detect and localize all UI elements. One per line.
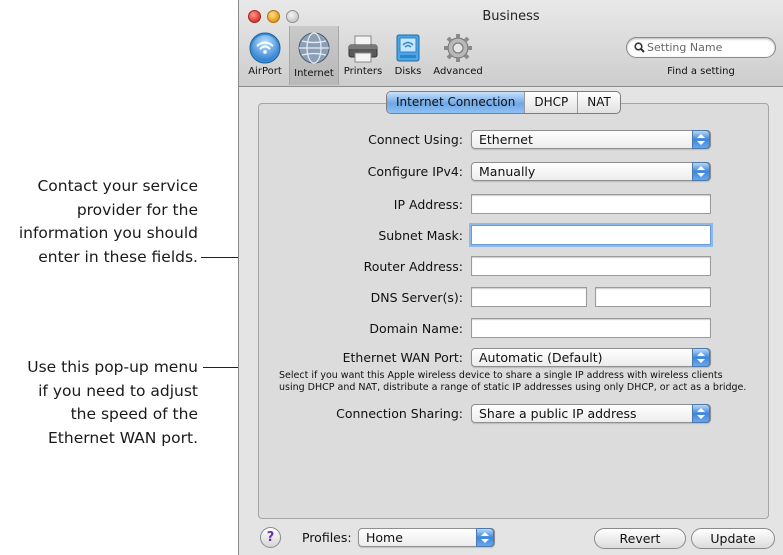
ip-address-input[interactable] xyxy=(472,197,710,215)
popup-value: Share a public IP address xyxy=(479,406,637,421)
popup-value: Home xyxy=(366,530,403,545)
popup-arrows-icon xyxy=(476,528,494,547)
toolbar-label: Printers xyxy=(343,66,383,77)
ip-address-label: IP Address: xyxy=(393,197,463,212)
airport-icon xyxy=(249,32,281,64)
dns-server-1-field[interactable] xyxy=(471,287,587,308)
disk-icon xyxy=(396,34,420,62)
callout-line: enter in these fields. xyxy=(38,247,198,266)
search-field[interactable] xyxy=(626,37,776,58)
callout-line: Contact your service xyxy=(37,177,198,195)
subnet-mask-input[interactable] xyxy=(472,228,710,246)
dns-servers-label: DNS Server(s): xyxy=(370,290,463,305)
popup-arrows-icon xyxy=(692,130,710,149)
airport-utility-window: Business AirPort Internet Printers Disks… xyxy=(238,0,783,555)
ip-address-field[interactable] xyxy=(471,194,711,215)
tab-internet-connection[interactable]: Internet Connection xyxy=(387,92,525,113)
router-address-field[interactable] xyxy=(471,256,711,277)
printer-icon xyxy=(348,35,378,63)
window-title: Business xyxy=(482,9,540,24)
callout-line: Use this pop-up menu xyxy=(27,358,198,376)
toolbar-label: Internet xyxy=(294,68,334,79)
tab-nat[interactable]: NAT xyxy=(577,92,620,113)
dns-server-2-field[interactable] xyxy=(595,287,711,308)
callout-line: Ethernet WAN port. xyxy=(48,428,198,447)
popup-arrows-icon xyxy=(692,162,710,181)
connection-sharing-popup[interactable]: Share a public IP address xyxy=(471,404,711,423)
router-address-input[interactable] xyxy=(472,259,710,277)
profiles-popup[interactable]: Home xyxy=(358,528,495,547)
connection-sharing-label: Connection Sharing: xyxy=(336,406,463,421)
callout-wan-note: Use this pop-up menu if you need to adju… xyxy=(27,356,198,450)
help-button[interactable]: ? xyxy=(260,527,281,548)
callout-line: information you should xyxy=(18,224,198,242)
search-icon xyxy=(634,42,645,53)
tab-dhcp[interactable]: DHCP xyxy=(524,92,577,113)
subnet-mask-field[interactable] xyxy=(471,225,711,246)
callout-line: provider for the xyxy=(76,200,198,219)
dns-server-1-input[interactable] xyxy=(472,290,586,308)
callout-line: the speed of the xyxy=(70,405,198,423)
configure-ipv4-label: Configure IPv4: xyxy=(367,164,463,179)
domain-name-field[interactable] xyxy=(471,318,711,339)
popup-arrows-icon xyxy=(692,348,710,367)
toolbar-internet[interactable]: Internet xyxy=(289,26,339,85)
toolbar-label: AirPort xyxy=(248,66,282,77)
revert-button[interactable]: Revert xyxy=(594,528,686,549)
popup-value: Ethernet xyxy=(479,132,533,147)
internet-globe-icon xyxy=(298,32,330,64)
toolbar-label: Advanced xyxy=(433,66,483,77)
callout-fields-note: Contact your service provider for the in… xyxy=(19,175,198,269)
search-caption: Find a setting xyxy=(667,66,735,77)
search-input[interactable] xyxy=(647,40,771,55)
domain-name-input[interactable] xyxy=(472,321,710,339)
configure-ipv4-popup[interactable]: Manually xyxy=(471,162,711,181)
toolbar-printers[interactable]: Printers xyxy=(339,27,387,83)
profiles-label: Profiles: xyxy=(302,530,352,545)
connect-using-popup[interactable]: Ethernet xyxy=(471,130,711,149)
toolbar-advanced[interactable]: Advanced xyxy=(431,27,485,83)
router-address-label: Router Address: xyxy=(363,259,463,274)
ethernet-wan-port-popup[interactable]: Automatic (Default) xyxy=(471,348,711,367)
popup-value: Automatic (Default) xyxy=(479,350,603,365)
toolbar-label: Disks xyxy=(394,66,422,77)
ethernet-wan-port-label: Ethernet WAN Port: xyxy=(342,350,463,365)
dns-server-2-input[interactable] xyxy=(596,290,710,308)
tab-bar: Internet Connection DHCP NAT xyxy=(386,91,621,114)
connect-using-label: Connect Using: xyxy=(368,132,463,147)
popup-value: Manually xyxy=(479,164,536,179)
callout-line: if you need to adjust xyxy=(38,381,198,400)
popup-arrows-icon xyxy=(692,404,710,423)
domain-name-label: Domain Name: xyxy=(369,321,463,336)
title-bar: Business AirPort Internet Printers Disks… xyxy=(239,0,783,87)
toolbar-disks[interactable]: Disks xyxy=(384,27,432,83)
gear-icon xyxy=(444,34,472,62)
toolbar-airport[interactable]: AirPort xyxy=(241,27,289,83)
subnet-mask-label: Subnet Mask: xyxy=(378,228,463,243)
connection-sharing-help-text: Select if you want this Apple wireless d… xyxy=(279,370,747,393)
update-button[interactable]: Update xyxy=(691,528,775,549)
